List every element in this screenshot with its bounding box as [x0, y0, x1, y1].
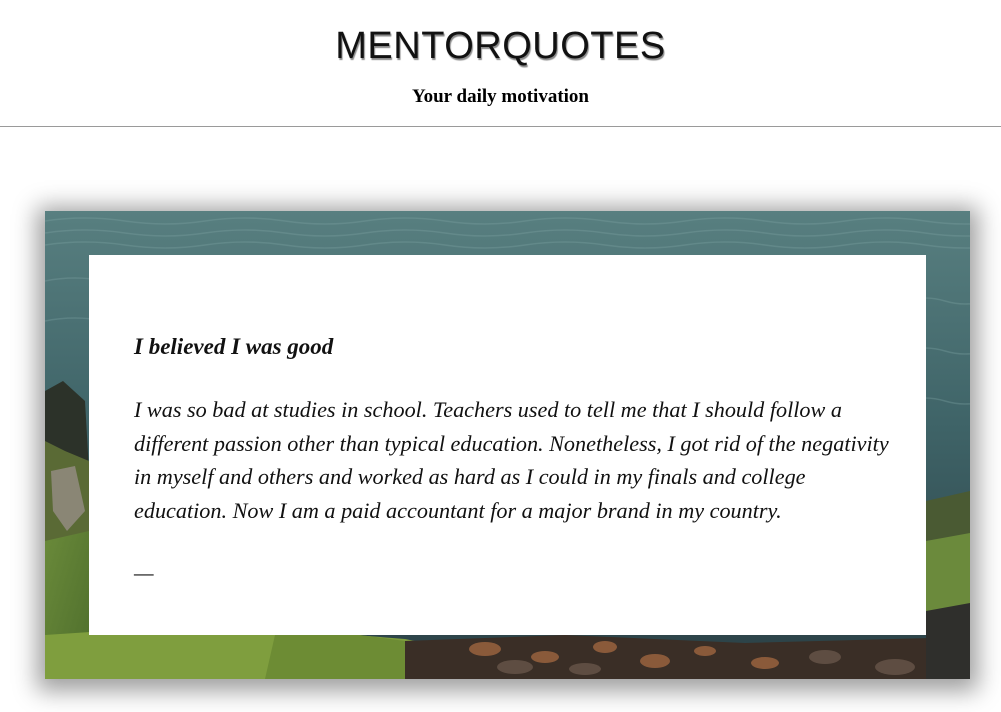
quote-section: I believed I was good I was so bad at st…	[45, 211, 970, 679]
quote-text: I was so bad at studies in school. Teach…	[134, 397, 889, 523]
site-tagline: Your daily motivation	[411, 86, 589, 107]
quote-author: —	[134, 560, 154, 585]
quote-card: I believed I was good I was so bad at st…	[89, 255, 926, 635]
site-header: MENTORQUOTES Your daily motivation	[0, 0, 1001, 127]
site-title[interactable]: MENTORQUOTES	[0, 24, 1001, 68]
quote-title: I believed I was good	[134, 334, 334, 359]
page: MENTORQUOTES Your daily motivation I bel…	[0, 0, 1001, 712]
